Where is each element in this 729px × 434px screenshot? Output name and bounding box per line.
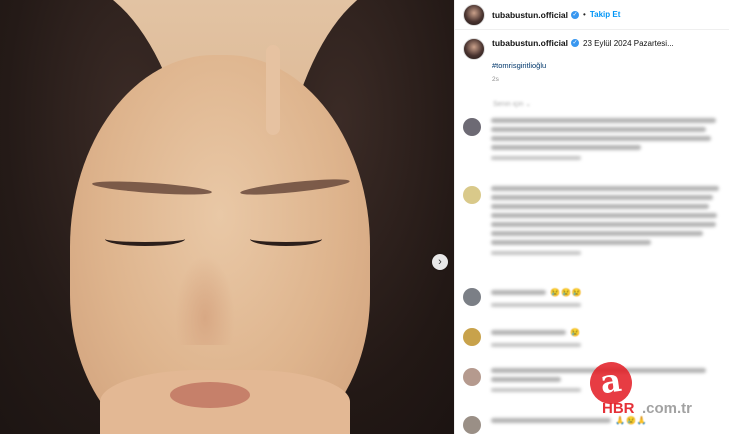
verified-badge-icon: ✓ — [571, 10, 580, 19]
comment-avatar[interactable] — [463, 118, 481, 136]
post-side-panel: tubabustun.official ✓ • Takip Et tubabus… — [454, 0, 729, 434]
comment-sort-dropdown[interactable]: Senin için ⌄ — [455, 83, 729, 108]
next-photo-button[interactable]: › — [432, 254, 448, 270]
comment-emojis: 😢😢😢 — [550, 288, 583, 297]
comment-body — [491, 118, 725, 160]
comment-emojis: 😢 — [570, 328, 581, 337]
photo-left-eye — [105, 232, 185, 246]
caption-hashtag[interactable]: #tomrisgiritlioğlu — [492, 61, 674, 70]
header-separator: • — [583, 10, 586, 19]
post-photo[interactable] — [0, 0, 454, 434]
comment-item: 😢 — [463, 328, 725, 347]
author-avatar[interactable] — [463, 3, 485, 26]
caption-body: tubabustun.official ✓ 23 Eylül 2024 Paza… — [492, 38, 674, 83]
comment-avatar[interactable] — [463, 368, 481, 386]
watermark-domain: .com.tr — [642, 400, 693, 417]
comment-body: 😢😢😢 — [491, 288, 725, 307]
caption-line: tubabustun.official ✓ 23 Eylül 2024 Paza… — [492, 38, 674, 48]
post-age: 2s — [492, 76, 499, 83]
follow-button[interactable]: Takip Et — [590, 10, 621, 19]
comment-meta — [491, 251, 581, 255]
comment-avatar[interactable] — [463, 416, 481, 434]
photo-hair-part — [266, 45, 280, 135]
comment-meta — [491, 303, 581, 307]
author-username[interactable]: tubabustun.official — [492, 10, 568, 20]
photo-lips — [170, 382, 250, 408]
caption-username[interactable]: tubabustun.official — [492, 38, 568, 48]
comment-item: 😢😢😢 — [463, 288, 725, 307]
comment-avatar[interactable] — [463, 186, 481, 204]
comment-item — [463, 118, 725, 160]
instagram-post-view: › tubabustun.official ✓ • Takip Et tubab… — [0, 0, 729, 434]
comment-meta — [491, 343, 581, 347]
comment-avatar[interactable] — [463, 328, 481, 346]
photo-nose — [175, 255, 235, 345]
comment-item — [463, 186, 725, 255]
photo-right-eye — [250, 232, 322, 246]
post-header: tubabustun.official ✓ • Takip Et — [455, 0, 729, 30]
watermark-brand: HBR — [602, 400, 635, 417]
comment-meta — [491, 388, 581, 392]
comment-meta — [491, 156, 581, 160]
comment-body: 😢 — [491, 328, 725, 347]
caption-verified-icon: ✓ — [571, 39, 580, 47]
caption-text: 23 Eylül 2024 Pazartesi... — [583, 38, 674, 48]
post-caption: tubabustun.official ✓ 23 Eylül 2024 Paza… — [455, 30, 729, 83]
comment-body: 🙏😢🙏 — [491, 416, 725, 434]
comment-avatar[interactable] — [463, 288, 481, 306]
comment-body — [491, 186, 725, 255]
comment-item: 🙏😢🙏 — [463, 416, 725, 434]
caption-avatar[interactable] — [463, 38, 485, 60]
comment-emojis: 🙏😢🙏 — [615, 416, 648, 425]
